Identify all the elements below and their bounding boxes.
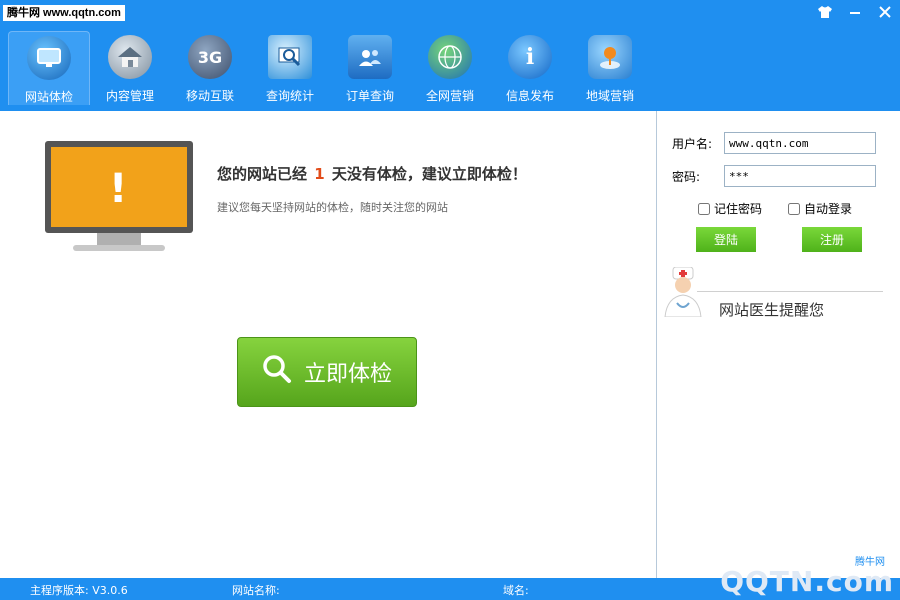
doctor-icon xyxy=(661,266,705,318)
doctor-reminder-text: 网站医生提醒您 xyxy=(719,301,825,319)
main-content: ! 您的网站已经 1 天没有体检，建议立即体检！ 建议您每天坚持网站的体检，随时… xyxy=(0,111,657,578)
username-label: 用户名: xyxy=(672,136,713,151)
globe-icon xyxy=(428,35,472,79)
watermark-text: QQTN.com xyxy=(720,565,894,598)
magnifier-monitor-icon xyxy=(268,35,312,79)
exclamation-icon: ! xyxy=(109,166,128,212)
password-row: 密码: xyxy=(672,165,876,187)
nav-item-publish[interactable]: i 信息发布 xyxy=(490,31,570,105)
check-reminder-subtitle: 建议您每天坚持网站的体检，随时关注您的网站 xyxy=(217,201,448,214)
nav-label: 移动互联 xyxy=(185,89,234,103)
nav-item-stats[interactable]: 查询统计 xyxy=(250,31,330,105)
nav-item-site-check[interactable]: 网站体检 xyxy=(8,31,90,105)
house-icon xyxy=(108,35,152,79)
close-icon[interactable] xyxy=(876,3,894,21)
nav-item-marketing[interactable]: 全网营销 xyxy=(410,31,490,105)
nav-label: 查询统计 xyxy=(265,89,314,103)
nav-label: 网站体检 xyxy=(24,90,73,104)
nav-label: 全网营销 xyxy=(425,89,474,103)
warning-screen: ! xyxy=(51,147,187,227)
monitor-icon xyxy=(27,36,71,80)
warning-monitor-illustration: ! xyxy=(45,141,193,271)
check-reminder-title: 您的网站已经 1 天没有体检，建议立即体检！ xyxy=(217,165,527,183)
top-navigation-bar: 腾牛网 www.qqtn.com 网站体检 内容管理 3G 移动互联 查询统计 … xyxy=(0,0,900,111)
3g-icon: 3G xyxy=(188,35,232,79)
login-button[interactable]: 登陆 xyxy=(696,227,756,252)
version-text: 主程序版本: V3.0.6 xyxy=(30,584,128,597)
nav-item-region[interactable]: 地域营销 xyxy=(570,31,650,105)
status-bar: 主程序版本: V3.0.6 网站名称: 域名: 腾牛网 QQTN.com xyxy=(0,552,900,600)
auto-login-box[interactable] xyxy=(788,202,800,215)
site-name-text: 网站名称: xyxy=(232,584,280,597)
domain-text: 域名: xyxy=(503,584,529,597)
users-icon xyxy=(348,35,392,79)
password-label: 密码: xyxy=(672,169,701,184)
logo-text: 腾牛网 www.qqtn.com xyxy=(3,5,125,21)
skin-icon[interactable] xyxy=(816,3,834,21)
watermark: 腾牛网 QQTN.com xyxy=(720,552,900,600)
username-input[interactable] xyxy=(724,132,876,154)
password-input[interactable] xyxy=(724,165,876,187)
nav-label: 地域营销 xyxy=(585,89,634,103)
window-controls xyxy=(816,3,894,21)
doctor-reminder: 网站医生提醒您 xyxy=(657,265,900,325)
nav-label: 信息发布 xyxy=(505,89,554,103)
app-window: 腾牛网 www.qqtn.com 网站体检 内容管理 3G 移动互联 查询统计 … xyxy=(0,0,900,600)
search-icon xyxy=(262,354,292,390)
nav-label: 订单查询 xyxy=(345,89,394,103)
start-check-button[interactable]: 立即体检 xyxy=(237,337,417,407)
minimize-icon[interactable] xyxy=(846,3,864,21)
main-nav: 网站体检 内容管理 3G 移动互联 查询统计 订单查询 全网营销 i 信息发布 … xyxy=(8,31,650,105)
remember-password-checkbox[interactable]: 记住密码 xyxy=(698,200,762,217)
auto-login-checkbox[interactable]: 自动登录 xyxy=(788,200,852,217)
info-icon: i xyxy=(508,35,552,79)
map-pin-icon xyxy=(588,35,632,79)
nav-item-content[interactable]: 内容管理 xyxy=(90,31,170,105)
nav-item-mobile[interactable]: 3G 移动互联 xyxy=(170,31,250,105)
register-button[interactable]: 注册 xyxy=(802,227,862,252)
nav-label: 内容管理 xyxy=(105,89,154,103)
remember-password-box[interactable] xyxy=(698,202,710,215)
login-panel: 用户名: 密码: 记住密码 自动登录 登陆 注册 网站医生提醒您 xyxy=(657,111,900,578)
days-count: 1 xyxy=(314,165,325,183)
nav-item-orders[interactable]: 订单查询 xyxy=(330,31,410,105)
username-row: 用户名: xyxy=(672,132,876,154)
